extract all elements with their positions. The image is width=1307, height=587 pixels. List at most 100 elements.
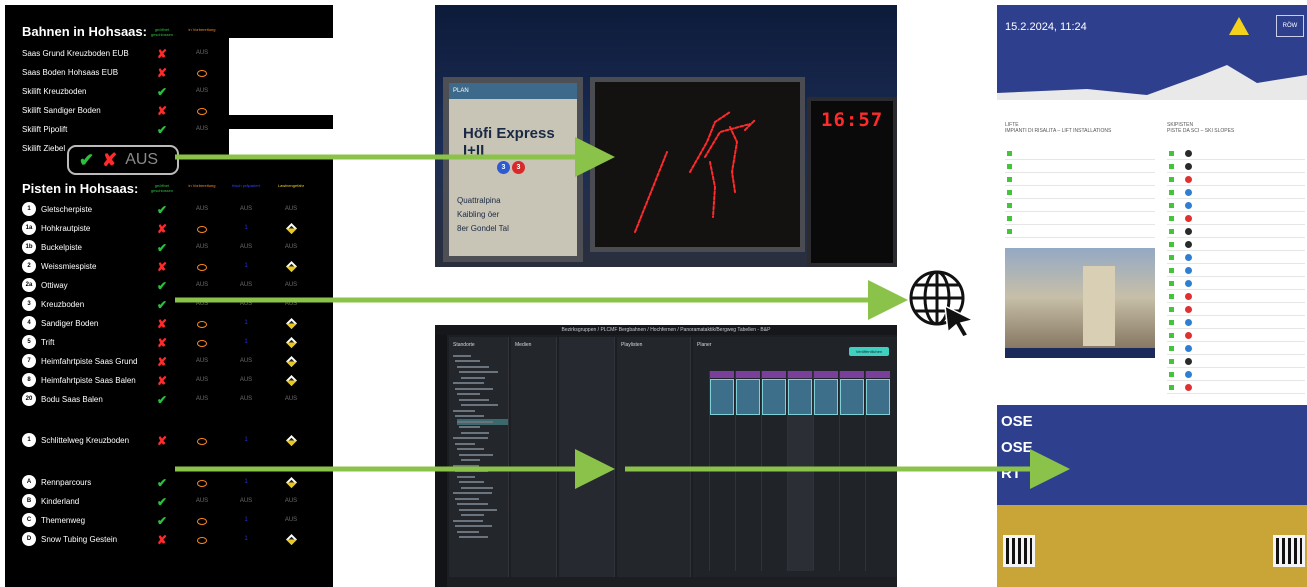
off-label: AUS bbox=[195, 498, 209, 504]
off-label: AUS bbox=[195, 126, 209, 132]
piste-row: 4 Sandiger Boden ✘ 1 bbox=[22, 316, 332, 332]
cross-icon: ✘ bbox=[156, 260, 168, 274]
piste-number-badge: 1b bbox=[22, 240, 36, 254]
planner-event-block[interactable] bbox=[762, 379, 786, 415]
planner-event-block[interactable] bbox=[736, 379, 760, 415]
cross-icon: ✘ bbox=[156, 104, 168, 118]
planner-day-header[interactable] bbox=[866, 371, 890, 378]
preparation-icon bbox=[185, 66, 219, 80]
slope-table-row bbox=[1167, 251, 1305, 264]
piste-name: Kinderland bbox=[41, 497, 80, 506]
difficulty-dot-icon bbox=[1185, 345, 1192, 352]
piste-row: 8 Heimfahrtpiste Saas Balen ✘ AUS AUS bbox=[22, 373, 332, 389]
open-status-icon bbox=[1007, 151, 1012, 156]
sign-line-2: Kaibling öer bbox=[457, 210, 500, 219]
groomed-indicator: 1 bbox=[244, 517, 248, 523]
qr-code-icon[interactable] bbox=[1003, 535, 1035, 567]
open-status-icon bbox=[1007, 164, 1012, 169]
open-status-icon bbox=[1169, 190, 1174, 195]
piste-row: 1b Buckelpiste ✔ AUS AUS AUS bbox=[22, 240, 332, 256]
open-status-icon bbox=[1007, 229, 1012, 234]
piste-name: Ottiway bbox=[41, 281, 68, 290]
legend-aus-label: AUS bbox=[125, 151, 159, 168]
piste-row: D Snow Tubing Gestein ✘ 1 bbox=[22, 532, 332, 548]
piste-number-badge: 5 bbox=[22, 335, 36, 349]
groomed-indicator: 1 bbox=[244, 437, 248, 443]
church-tower bbox=[1083, 266, 1115, 346]
webcam-controls[interactable] bbox=[1005, 348, 1155, 358]
off-label: AUS bbox=[284, 244, 298, 250]
piste-name: Kreuzboden bbox=[41, 300, 85, 309]
publish-button[interactable]: Veröffentlichen bbox=[849, 347, 889, 356]
open-status-icon bbox=[1169, 307, 1174, 312]
piste-row: 3 Kreuzboden ✔ AUS AUS AUS bbox=[22, 297, 332, 313]
slopes-table bbox=[1167, 147, 1305, 394]
difficulty-dot-icon bbox=[1185, 319, 1192, 326]
off-label: AUS bbox=[239, 206, 253, 212]
clock-panel: 16:57 bbox=[807, 97, 897, 267]
planner-event-block[interactable] bbox=[840, 379, 864, 415]
planner-day-header[interactable] bbox=[788, 371, 812, 378]
cross-icon: ✘ bbox=[156, 336, 168, 350]
difficulty-dot-icon bbox=[1185, 241, 1192, 248]
planner-event-block[interactable] bbox=[788, 379, 812, 415]
planner-day-header[interactable] bbox=[736, 371, 760, 378]
open-status-icon bbox=[1169, 255, 1174, 260]
slope-table-row bbox=[1167, 225, 1305, 238]
off-label: AUS bbox=[284, 206, 298, 212]
media-list-panel bbox=[559, 337, 615, 577]
white-cover bbox=[229, 38, 333, 115]
web-content: LIFTE IMPIANTI DI RISALITA – LIFT INSTAL… bbox=[997, 100, 1307, 405]
planner-day-header[interactable] bbox=[840, 371, 864, 378]
preparation-icon bbox=[185, 222, 219, 236]
preparation-icon bbox=[185, 476, 219, 490]
piste-name: Gletscherpiste bbox=[41, 205, 93, 214]
check-icon: ✔ bbox=[156, 123, 168, 137]
piste-name: Buckelpiste bbox=[41, 243, 82, 252]
piste-name: Trift bbox=[41, 338, 55, 347]
playlists-panel: Playlisten bbox=[617, 337, 691, 577]
qr-code-icon[interactable] bbox=[1273, 535, 1305, 567]
piste-row: 1a Hohkrautpiste ✘ 1 bbox=[22, 221, 332, 237]
check-icon: ✔ bbox=[156, 495, 168, 509]
planner-event-block[interactable] bbox=[866, 379, 890, 415]
off-label: AUS bbox=[195, 358, 209, 364]
check-icon: ✔ bbox=[156, 514, 168, 528]
warning-icon bbox=[1229, 17, 1249, 35]
check-icon: ✔ bbox=[156, 476, 168, 490]
off-label: AUS bbox=[239, 377, 253, 383]
side-rail bbox=[435, 335, 447, 587]
slope-status-board: Bahnen in Hohsaas: geöffnet geschlossen … bbox=[5, 5, 333, 587]
tree-item[interactable] bbox=[459, 535, 508, 541]
planner-day-header[interactable] bbox=[710, 371, 734, 378]
check-icon: ✔ bbox=[156, 298, 168, 312]
off-label: AUS bbox=[239, 358, 253, 364]
difficulty-dot-icon bbox=[1185, 163, 1192, 170]
planner-event-block[interactable] bbox=[814, 379, 838, 415]
locations-title: Standorte bbox=[453, 342, 475, 348]
piste-name: Bodu Saas Balen bbox=[41, 395, 103, 404]
piste-row: 2 Weissmiespiste ✘ 1 bbox=[22, 259, 332, 275]
open-status-icon bbox=[1169, 346, 1174, 351]
planner-event-block[interactable] bbox=[710, 379, 734, 415]
planner-day-header[interactable] bbox=[762, 371, 786, 378]
avalanche-warning-icon bbox=[274, 260, 308, 275]
planner-day-header[interactable] bbox=[814, 371, 838, 378]
off-label: AUS bbox=[239, 301, 253, 307]
white-cover bbox=[229, 129, 333, 159]
difficulty-dot-icon bbox=[1185, 176, 1192, 183]
preparation-icon bbox=[185, 514, 219, 528]
piste-number-badge: 1 bbox=[22, 433, 36, 447]
lift-name: Skilift Ziebel bbox=[22, 144, 66, 153]
open-status-icon bbox=[1007, 203, 1012, 208]
banner-line-2: OSE bbox=[1001, 439, 1033, 456]
piste-row: 20 Bodu Saas Balen ✔ AUS AUS AUS bbox=[22, 392, 332, 408]
preparation-icon bbox=[185, 317, 219, 331]
sign-line-3: 8er Gondel Tal bbox=[457, 224, 509, 233]
avalanche-warning-icon bbox=[274, 533, 308, 548]
web-logo: RÖW bbox=[1276, 15, 1304, 37]
lifts-title: Bahnen in Hohsaas: bbox=[22, 24, 147, 39]
open-status-icon bbox=[1169, 242, 1174, 247]
webcam-image[interactable] bbox=[1005, 248, 1155, 358]
sign-line-1: Quattralpina bbox=[457, 196, 501, 205]
